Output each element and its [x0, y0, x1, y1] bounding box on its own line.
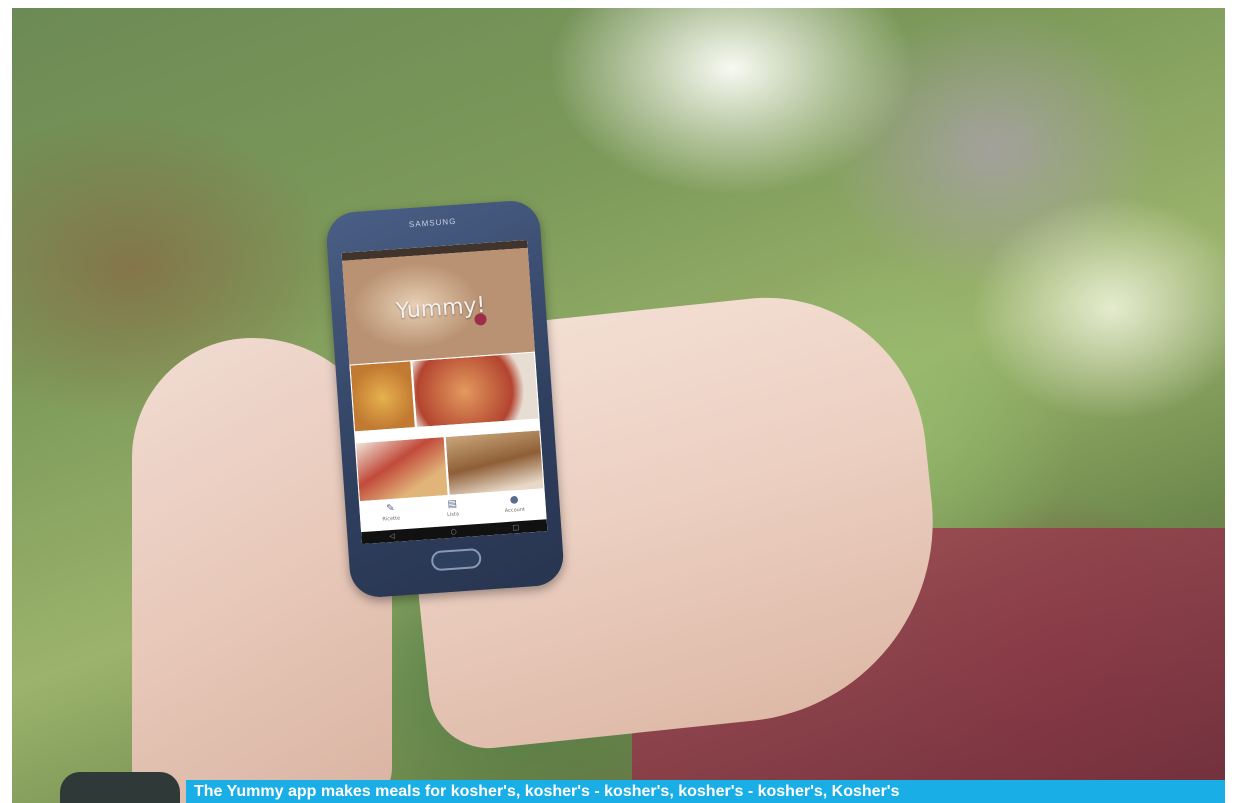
nav-item-list[interactable]: ▤ Lista [432, 497, 474, 524]
caption-text: The Yummy app makes meals for kosher's, … [194, 783, 900, 800]
nav-label-account: Account [504, 506, 526, 515]
nav-item-recipes[interactable]: ✎ Ricette [370, 502, 412, 529]
recipes-icon: ✎ [385, 502, 396, 515]
recipe-tile-4[interactable] [444, 429, 545, 496]
caption-bar: The Yummy app makes meals for kosher's, … [186, 780, 1225, 803]
smartphone: SAMSUNG Yummy! ✎ Ricette ▤ Lista ● Accou… [324, 199, 566, 599]
hero-badge [474, 312, 487, 326]
home-icon[interactable]: ○ [450, 528, 457, 536]
nav-label-recipes: Ricette [382, 515, 401, 523]
phone-brand-label: SAMSUNG [408, 216, 457, 230]
recent-apps-icon[interactable]: □ [512, 523, 519, 531]
list-icon: ▤ [447, 498, 458, 511]
recipe-tile-1[interactable] [349, 360, 416, 433]
nav-label-list: Lista [446, 511, 460, 519]
app-hero-title: Yummy! [395, 292, 487, 325]
page-frame: SAMSUNG Yummy! ✎ Ricette ▤ Lista ● Accou… [0, 0, 1241, 803]
recipe-tile-3[interactable] [354, 436, 449, 503]
account-icon: ● [509, 494, 519, 506]
app-hero-banner: Yummy! [342, 247, 535, 365]
recipe-tile-2[interactable] [411, 351, 540, 429]
phone-home-button[interactable] [430, 547, 482, 572]
back-icon[interactable]: ◁ [389, 532, 395, 540]
phone-screen: Yummy! ✎ Ricette ▤ Lista ● Account ◁ ○ □ [341, 239, 548, 545]
photo-background: SAMSUNG Yummy! ✎ Ricette ▤ Lista ● Accou… [12, 8, 1225, 803]
nav-item-account[interactable]: ● Account [494, 493, 536, 520]
wrist-watch [60, 772, 180, 803]
